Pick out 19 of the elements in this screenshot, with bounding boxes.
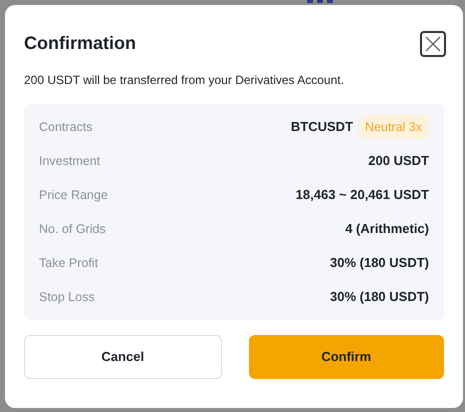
cancel-button[interactable]: Cancel: [24, 335, 222, 379]
dialog-title: Confirmation: [24, 32, 136, 55]
row-label: Stop Loss: [39, 288, 95, 306]
row-label: Investment: [39, 152, 100, 170]
row-value: 200 USDT: [368, 152, 429, 170]
row-value: 4 (Arithmetic): [345, 220, 429, 238]
row-value: 18,463 ~ 20,461 USDT: [296, 186, 429, 204]
row-label: Take Profit: [39, 254, 98, 272]
mode-tag: Neutral 3x: [358, 114, 429, 140]
close-icon: [425, 36, 441, 52]
transfer-message: 200 USDT will be transferred from your Derivatives Account.: [24, 72, 345, 89]
row-label: Price Range: [39, 186, 108, 204]
row-value: 30% (180 USDT): [330, 288, 429, 306]
row-label: No. of Grids: [39, 220, 106, 238]
row-value: BTCUSDT: [290, 118, 354, 136]
row-value: 30% (180 USDT): [330, 254, 429, 272]
confirm-button[interactable]: Confirm: [248, 335, 444, 379]
row-label: Contracts: [39, 118, 92, 136]
close-button[interactable]: [420, 30, 446, 56]
